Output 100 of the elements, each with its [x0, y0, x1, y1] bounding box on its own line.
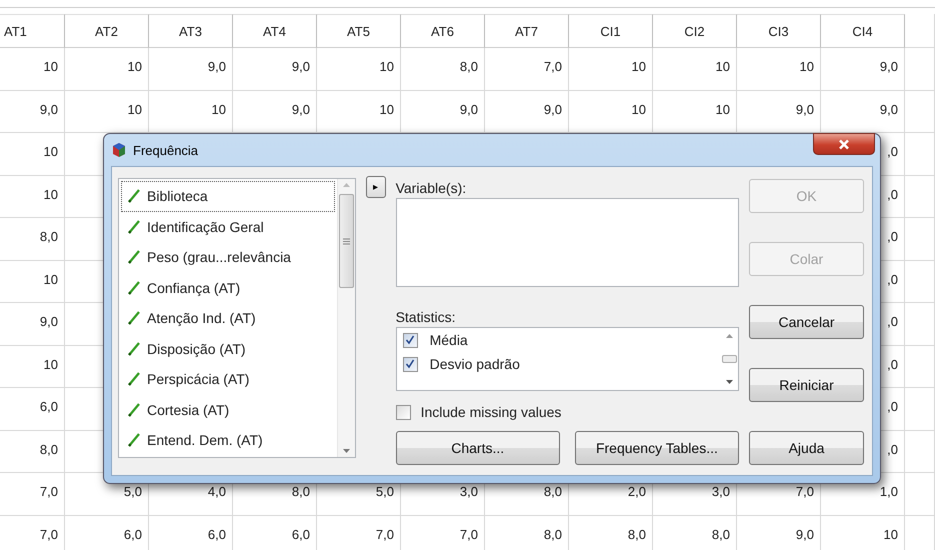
column-header[interactable]: AT5: [317, 14, 401, 48]
pencil-icon: [128, 402, 140, 417]
move-button[interactable]: ▸: [366, 176, 386, 198]
empty-cell: [905, 90, 935, 133]
table-cell: 10: [0, 176, 65, 218]
variable-label: Entend. Dem. (AT): [147, 432, 263, 448]
table-cell: 10: [65, 48, 149, 90]
column-header[interactable]: AT3: [149, 14, 233, 48]
table-cell: 6,0: [65, 516, 149, 550]
table-cell: 10: [569, 48, 653, 90]
empty-cell: [905, 48, 935, 90]
pencil-icon: [128, 220, 140, 234]
column-header[interactable]: AT1: [0, 14, 65, 48]
empty-cell: [905, 473, 935, 516]
table-cell: 10: [0, 133, 65, 176]
dialog-button[interactable]: Charts...: [396, 431, 560, 465]
column-header[interactable]: CI3: [737, 14, 821, 48]
pencil-icon: [128, 372, 140, 386]
variable-label: Cortesia (AT): [147, 402, 230, 418]
variable-item[interactable]: Atenção Ind. (AT): [121, 303, 335, 334]
table-cell: 8,0: [401, 48, 485, 90]
table-cell: 9,0: [149, 48, 233, 90]
table-cell: 8,0: [653, 516, 737, 550]
table-cell: 7,0: [317, 516, 401, 550]
empty-cell: [905, 260, 935, 303]
table-cell: 9,0: [737, 516, 821, 550]
close-button[interactable]: [813, 133, 875, 155]
column-header[interactable]: AT4: [233, 14, 317, 48]
table-cell: 7,0: [485, 48, 569, 90]
scrollbar[interactable]: [336, 179, 355, 457]
table-cell: 10: [0, 260, 65, 303]
empty-cell: [905, 133, 935, 176]
variable-item[interactable]: Perspicácia (AT): [121, 364, 335, 394]
dialog-button[interactable]: Frequency Tables...: [574, 431, 740, 465]
column-header[interactable]: CI1: [569, 14, 653, 48]
variable-item[interactable]: Cortesia (AT): [121, 394, 335, 425]
pencil-icon: [128, 189, 140, 204]
variable-item[interactable]: Disposição (AT): [121, 334, 335, 364]
column-header[interactable]: AT7: [485, 14, 569, 48]
table-cell: 10: [821, 516, 905, 550]
empty-cell: [905, 218, 935, 260]
table-cell: 8,0: [569, 516, 653, 550]
variable-item[interactable]: Confiança (AT): [121, 272, 335, 303]
dialog-button[interactable]: Ajuda: [749, 431, 864, 465]
checkbox[interactable]: [402, 332, 418, 348]
table-cell: 7,0: [0, 473, 65, 516]
statistics-label: Statistics:: [396, 309, 456, 325]
scroll-thumb[interactable]: [338, 194, 354, 288]
checkbox-label: Include missing values: [420, 404, 562, 420]
empty-cell: [905, 346, 935, 388]
checkbox[interactable]: [396, 404, 411, 420]
empty-cell: [905, 303, 935, 346]
statistic-label: Desvio padrão: [430, 356, 520, 372]
pencil-icon: [128, 433, 140, 448]
table-cell: 8,0: [0, 430, 65, 473]
empty-cell: [905, 14, 935, 48]
table-cell: 9,0: [233, 48, 317, 90]
variables-label: Variable(s):: [396, 180, 468, 196]
column-header[interactable]: CI4: [821, 14, 905, 48]
table-cell: 9,0: [821, 48, 905, 90]
variable-item[interactable]: Entend. Dem. (AT): [121, 425, 335, 456]
table-cell: 10: [653, 48, 737, 90]
table-cell: 6,0: [233, 516, 317, 550]
pencil-icon: [128, 250, 140, 264]
variable-label: Biblioteca: [147, 188, 208, 204]
table-cell: 9,0: [0, 90, 65, 133]
column-header[interactable]: CI2: [653, 14, 737, 48]
checkbox[interactable]: [402, 356, 418, 372]
table-cell: 10: [737, 48, 821, 90]
variable-item[interactable]: Identificação Geral: [121, 212, 335, 242]
dialog-button[interactable]: Reiniciar: [749, 368, 864, 402]
variables-field[interactable]: [396, 198, 739, 287]
close-icon: [838, 138, 850, 150]
table-cell: 10: [317, 48, 401, 90]
column-header[interactable]: AT2: [65, 14, 149, 48]
scroll-down-icon[interactable]: [725, 378, 734, 386]
cube-icon: [111, 142, 127, 158]
table-cell: 8,0: [485, 516, 569, 550]
table-cell: 6,0: [149, 516, 233, 550]
pencil-icon: [128, 342, 140, 356]
empty-cell: [905, 430, 935, 473]
grip-icon: [342, 238, 350, 244]
variable-label: Confiança (AT): [147, 280, 240, 296]
variable-item[interactable]: Peso (grau...relevância: [121, 242, 335, 272]
pencil-icon: [128, 311, 140, 326]
dialog-button[interactable]: Cancelar: [749, 305, 864, 339]
scroll-up-icon[interactable]: [725, 332, 734, 340]
table-cell: 7,0: [0, 516, 65, 550]
column-header[interactable]: AT6: [401, 14, 485, 48]
scroll-thumb[interactable]: [722, 355, 737, 363]
table-cell: 10: [0, 48, 65, 90]
empty-cell: [905, 176, 935, 218]
variable-label: Perspicácia (AT): [147, 371, 250, 388]
window-title: Frequência: [133, 142, 198, 158]
empty-cell: [905, 388, 935, 430]
variable-label: Disposição (AT): [147, 340, 246, 357]
variable-item[interactable]: Biblioteca: [121, 181, 335, 212]
pencil-icon: [128, 280, 140, 295]
table-cell: 7,0: [401, 516, 485, 550]
table-cell: 6,0: [0, 388, 65, 430]
